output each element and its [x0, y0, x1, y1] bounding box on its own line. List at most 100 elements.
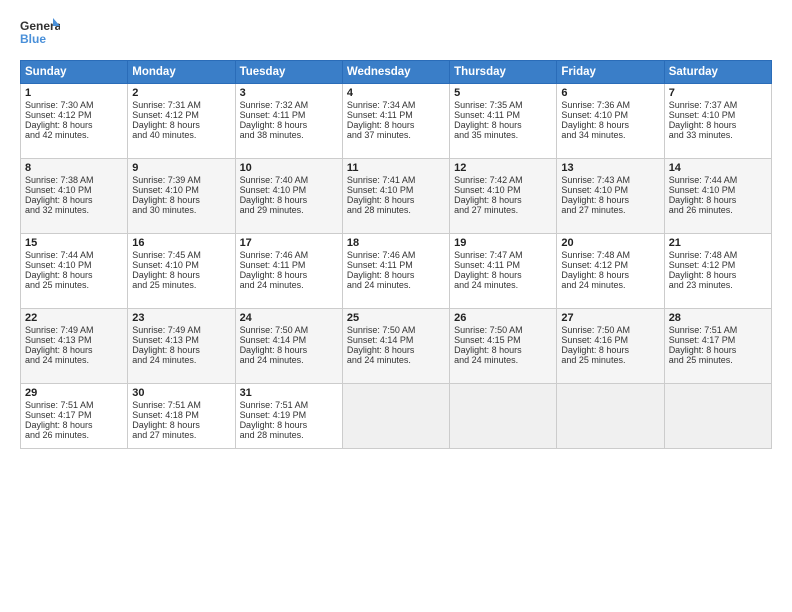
cell-line: and 24 minutes.: [561, 280, 659, 290]
cell-line: Sunrise: 7:40 AM: [240, 175, 338, 185]
cell-line: Sunset: 4:11 PM: [454, 260, 552, 270]
cell-line: Sunset: 4:10 PM: [669, 110, 767, 120]
cell-line: Daylight: 8 hours: [454, 195, 552, 205]
calendar-cell: 20Sunrise: 7:48 AMSunset: 4:12 PMDayligh…: [557, 234, 664, 309]
cell-line: Sunrise: 7:48 AM: [561, 250, 659, 260]
day-number: 13: [561, 162, 659, 174]
cell-line: Daylight: 8 hours: [347, 345, 445, 355]
calendar-cell: 31Sunrise: 7:51 AMSunset: 4:19 PMDayligh…: [235, 384, 342, 449]
cell-line: Daylight: 8 hours: [240, 270, 338, 280]
cell-line: Daylight: 8 hours: [132, 120, 230, 130]
cell-line: Sunset: 4:11 PM: [454, 110, 552, 120]
cell-line: and 28 minutes.: [240, 430, 338, 440]
cell-line: Sunrise: 7:50 AM: [347, 325, 445, 335]
cell-line: Sunrise: 7:30 AM: [25, 100, 123, 110]
day-number: 12: [454, 162, 552, 174]
cell-line: Sunrise: 7:47 AM: [454, 250, 552, 260]
calendar-cell: 3Sunrise: 7:32 AMSunset: 4:11 PMDaylight…: [235, 84, 342, 159]
cell-line: Sunrise: 7:49 AM: [132, 325, 230, 335]
cell-line: Sunset: 4:14 PM: [347, 335, 445, 345]
cell-line: and 40 minutes.: [132, 130, 230, 140]
cell-line: and 27 minutes.: [561, 205, 659, 215]
calendar-cell: 6Sunrise: 7:36 AMSunset: 4:10 PMDaylight…: [557, 84, 664, 159]
calendar-cell: 24Sunrise: 7:50 AMSunset: 4:14 PMDayligh…: [235, 309, 342, 384]
cell-line: Sunrise: 7:50 AM: [454, 325, 552, 335]
calendar-cell: 29Sunrise: 7:51 AMSunset: 4:17 PMDayligh…: [21, 384, 128, 449]
header: General Blue: [20, 16, 772, 50]
cell-line: Sunrise: 7:34 AM: [347, 100, 445, 110]
cell-line: Daylight: 8 hours: [454, 345, 552, 355]
cell-line: and 27 minutes.: [454, 205, 552, 215]
weekday-header: Thursday: [450, 61, 557, 84]
cell-line: Sunset: 4:11 PM: [347, 110, 445, 120]
cell-line: Daylight: 8 hours: [132, 270, 230, 280]
cell-line: Sunrise: 7:48 AM: [669, 250, 767, 260]
cell-line: and 28 minutes.: [347, 205, 445, 215]
calendar-cell: 9Sunrise: 7:39 AMSunset: 4:10 PMDaylight…: [128, 159, 235, 234]
cell-line: Sunset: 4:10 PM: [25, 185, 123, 195]
weekday-header: Monday: [128, 61, 235, 84]
calendar-cell: 12Sunrise: 7:42 AMSunset: 4:10 PMDayligh…: [450, 159, 557, 234]
logo: General Blue: [20, 16, 60, 50]
cell-line: and 25 minutes.: [132, 280, 230, 290]
calendar-cell: 2Sunrise: 7:31 AMSunset: 4:12 PMDaylight…: [128, 84, 235, 159]
cell-line: and 25 minutes.: [561, 355, 659, 365]
cell-line: Daylight: 8 hours: [347, 120, 445, 130]
header-row: SundayMondayTuesdayWednesdayThursdayFrid…: [21, 61, 772, 84]
cell-line: and 25 minutes.: [669, 355, 767, 365]
cell-line: Daylight: 8 hours: [347, 270, 445, 280]
cell-line: and 35 minutes.: [454, 130, 552, 140]
cell-line: Daylight: 8 hours: [240, 195, 338, 205]
cell-line: Sunrise: 7:38 AM: [25, 175, 123, 185]
calendar-cell: 7Sunrise: 7:37 AMSunset: 4:10 PMDaylight…: [664, 84, 771, 159]
cell-line: Sunset: 4:17 PM: [669, 335, 767, 345]
cell-line: Daylight: 8 hours: [669, 120, 767, 130]
cell-line: Sunrise: 7:43 AM: [561, 175, 659, 185]
calendar-cell: 11Sunrise: 7:41 AMSunset: 4:10 PMDayligh…: [342, 159, 449, 234]
cell-line: Daylight: 8 hours: [561, 270, 659, 280]
cell-line: and 23 minutes.: [669, 280, 767, 290]
cell-line: and 38 minutes.: [240, 130, 338, 140]
day-number: 29: [25, 387, 123, 399]
cell-line: Sunrise: 7:44 AM: [25, 250, 123, 260]
day-number: 7: [669, 87, 767, 99]
calendar-cell: 30Sunrise: 7:51 AMSunset: 4:18 PMDayligh…: [128, 384, 235, 449]
calendar-cell: 25Sunrise: 7:50 AMSunset: 4:14 PMDayligh…: [342, 309, 449, 384]
cell-line: Sunrise: 7:35 AM: [454, 100, 552, 110]
calendar-cell: 28Sunrise: 7:51 AMSunset: 4:17 PMDayligh…: [664, 309, 771, 384]
calendar-cell: [450, 384, 557, 449]
day-number: 6: [561, 87, 659, 99]
cell-line: Sunrise: 7:46 AM: [347, 250, 445, 260]
cell-line: and 26 minutes.: [669, 205, 767, 215]
cell-line: Sunset: 4:18 PM: [132, 410, 230, 420]
day-number: 27: [561, 312, 659, 324]
cell-line: Sunrise: 7:46 AM: [240, 250, 338, 260]
day-number: 25: [347, 312, 445, 324]
calendar-cell: 5Sunrise: 7:35 AMSunset: 4:11 PMDaylight…: [450, 84, 557, 159]
day-number: 31: [240, 387, 338, 399]
calendar-table: SundayMondayTuesdayWednesdayThursdayFrid…: [20, 60, 772, 449]
calendar-cell: 17Sunrise: 7:46 AMSunset: 4:11 PMDayligh…: [235, 234, 342, 309]
day-number: 19: [454, 237, 552, 249]
cell-line: Daylight: 8 hours: [132, 345, 230, 355]
cell-line: Sunset: 4:12 PM: [561, 260, 659, 270]
cell-line: and 24 minutes.: [347, 280, 445, 290]
day-number: 2: [132, 87, 230, 99]
cell-line: Sunrise: 7:44 AM: [669, 175, 767, 185]
cell-line: Daylight: 8 hours: [454, 270, 552, 280]
cell-line: and 27 minutes.: [132, 430, 230, 440]
weekday-header: Wednesday: [342, 61, 449, 84]
cell-line: Sunset: 4:11 PM: [240, 260, 338, 270]
cell-line: Daylight: 8 hours: [132, 195, 230, 205]
cell-line: Sunrise: 7:51 AM: [132, 400, 230, 410]
cell-line: and 33 minutes.: [669, 130, 767, 140]
logo-svg: General Blue: [20, 16, 60, 50]
calendar-cell: 26Sunrise: 7:50 AMSunset: 4:15 PMDayligh…: [450, 309, 557, 384]
cell-line: and 34 minutes.: [561, 130, 659, 140]
day-number: 5: [454, 87, 552, 99]
cell-line: Sunset: 4:11 PM: [347, 260, 445, 270]
calendar-cell: [342, 384, 449, 449]
cell-line: and 26 minutes.: [25, 430, 123, 440]
calendar-cell: 27Sunrise: 7:50 AMSunset: 4:16 PMDayligh…: [557, 309, 664, 384]
cell-line: Sunset: 4:10 PM: [25, 260, 123, 270]
